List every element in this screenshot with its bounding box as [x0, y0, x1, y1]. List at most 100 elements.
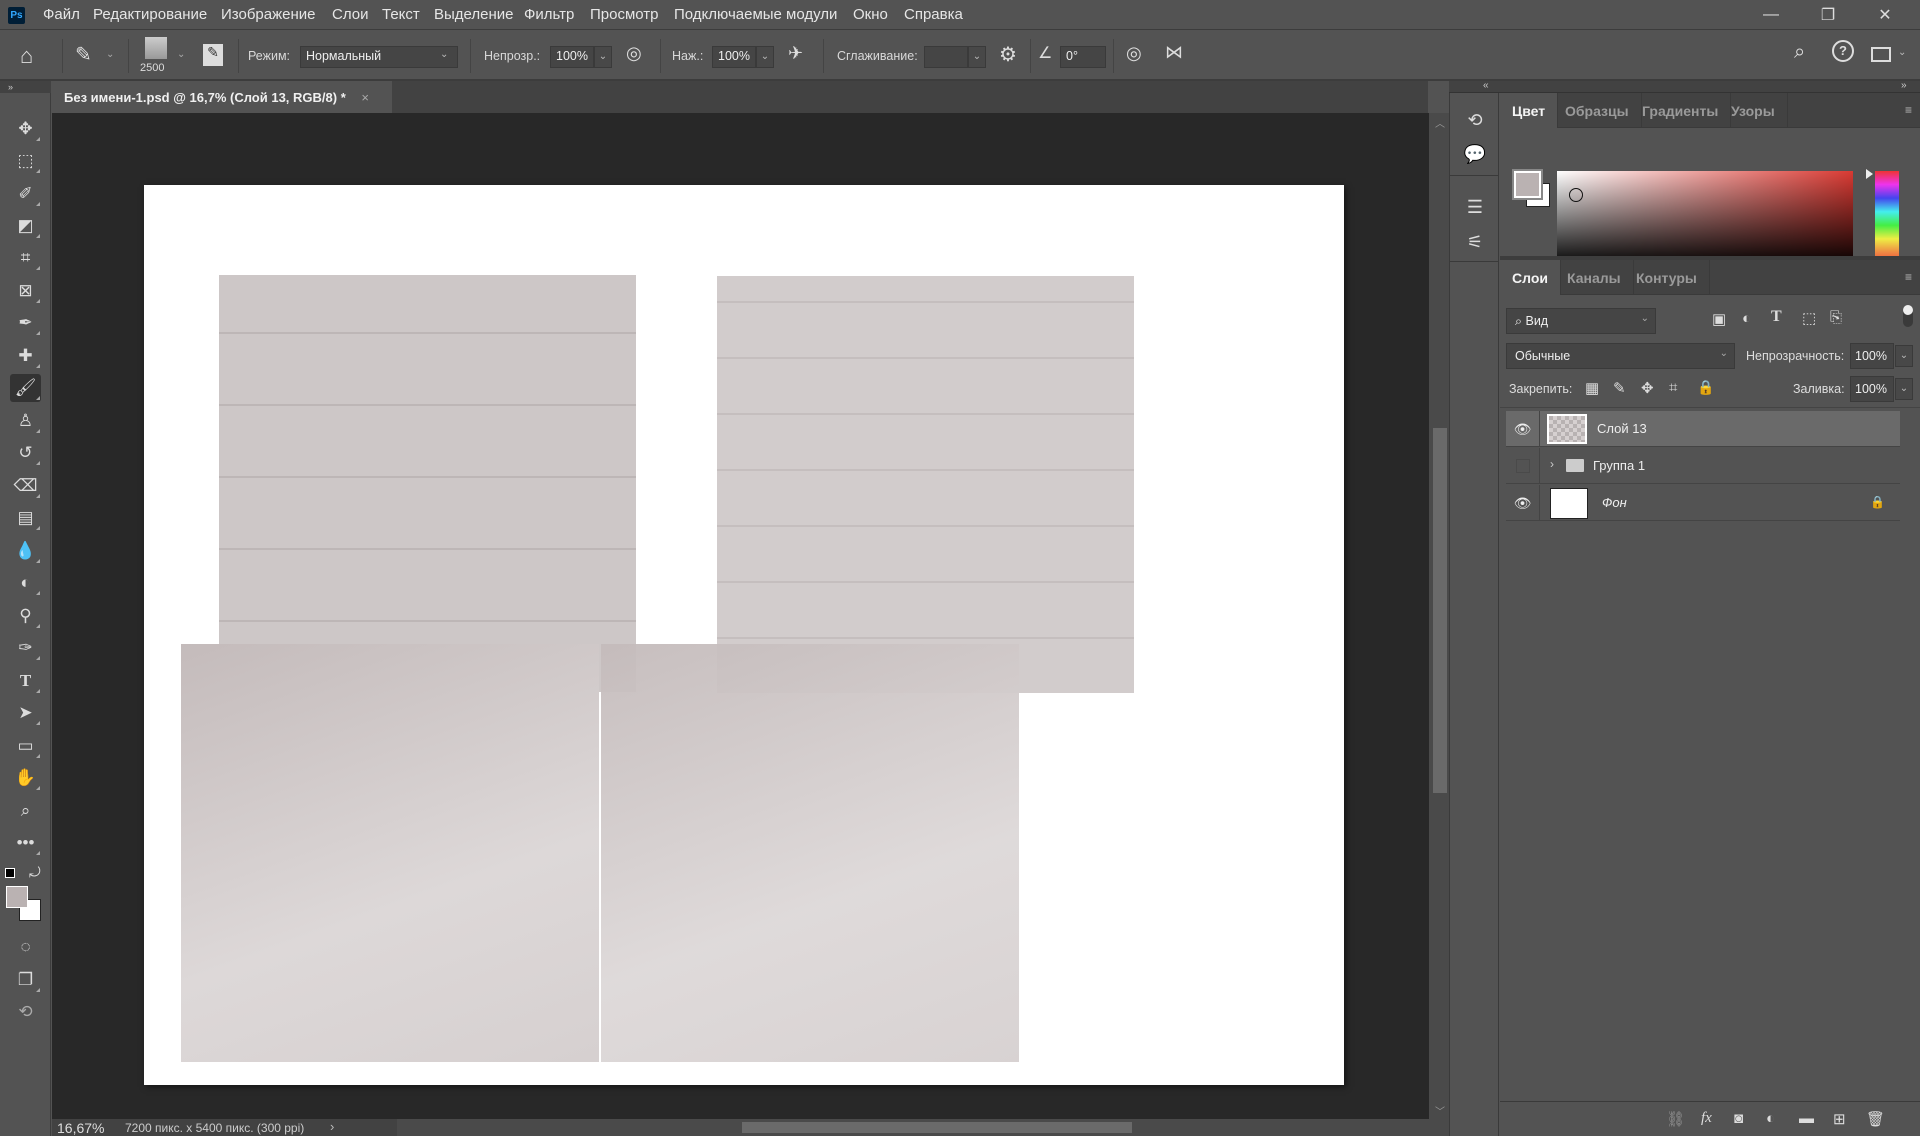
lock-position-icon[interactable]: ✥: [1641, 379, 1654, 397]
horizontal-scrollbar[interactable]: [397, 1119, 1449, 1136]
lock-transparency-icon[interactable]: ▦: [1585, 379, 1599, 397]
pressure-opacity-icon[interactable]: ◎: [626, 43, 642, 64]
collapse-toolbar-icon[interactable]: »: [0, 81, 51, 93]
menu-plugins[interactable]: Подключаемые модули: [674, 6, 837, 23]
document-tab[interactable]: Без имени-1.psd @ 16,7% (Слой 13, RGB/8)…: [52, 81, 392, 113]
panel-menu-icon[interactable]: ≡: [1905, 270, 1912, 284]
menu-select[interactable]: Выделение: [434, 6, 513, 23]
delete-layer-icon[interactable]: 🗑: [1866, 1110, 1885, 1128]
screen-mode-icon[interactable]: ❐: [10, 966, 41, 994]
quick-selection-tool-icon[interactable]: ✐: [10, 180, 41, 208]
layer-filter-select[interactable]: ⌕ Вид ⌄: [1506, 308, 1656, 334]
menu-image[interactable]: Изображение: [221, 6, 316, 23]
workspace-icon[interactable]: [1871, 47, 1891, 62]
pressure-size-icon[interactable]: ◎: [1126, 43, 1142, 64]
filter-toggle[interactable]: [1903, 305, 1913, 327]
foreground-color-swatch[interactable]: [1512, 169, 1543, 200]
scroll-down-icon[interactable]: ﹀: [1435, 1103, 1445, 1118]
tab-layers[interactable]: Слои: [1500, 260, 1561, 295]
crop-tool-icon[interactable]: ⌗: [10, 244, 41, 272]
swap-colors-icon[interactable]: ⤾: [29, 864, 41, 881]
menu-view[interactable]: Просмотр: [590, 6, 659, 23]
brush-panel-toggle-icon[interactable]: ✎: [203, 44, 223, 66]
adjustment-layer-icon[interactable]: ◐: [1766, 1110, 1775, 1127]
visibility-eye-icon[interactable]: 👁: [1506, 485, 1540, 521]
content-credentials-icon[interactable]: ⟲: [10, 998, 41, 1026]
mode-select[interactable]: Нормальный: [300, 46, 458, 68]
gear-icon[interactable]: ⚙: [999, 42, 1017, 67]
panel-menu-icon[interactable]: ≡: [1905, 103, 1912, 117]
default-colors-icon[interactable]: [5, 868, 15, 878]
expand-group-chevron-icon[interactable]: ›: [1550, 457, 1554, 471]
pen-tool-icon[interactable]: ✑: [10, 634, 41, 662]
history-panel-icon[interactable]: ⟲: [1460, 106, 1490, 134]
color-picker-handle[interactable]: [1569, 188, 1583, 202]
path-selection-tool-icon[interactable]: ➤: [10, 699, 41, 727]
quick-mask-icon[interactable]: ◌: [10, 933, 41, 961]
add-mask-icon[interactable]: ◙: [1734, 1110, 1743, 1127]
lock-artboard-icon[interactable]: ⌗: [1669, 379, 1677, 396]
lock-image-pixels-icon[interactable]: ✎: [1613, 379, 1626, 397]
brush-tool-icon[interactable]: 🖌: [10, 374, 41, 402]
new-group-icon[interactable]: ▬: [1799, 1110, 1814, 1127]
canvas-workspace[interactable]: [52, 113, 1429, 1119]
menu-window[interactable]: Окно: [853, 6, 888, 23]
close-window-button[interactable]: ✕: [1862, 0, 1908, 30]
angle-field[interactable]: 0°: [1060, 46, 1106, 68]
scroll-up-icon[interactable]: ︿: [1435, 115, 1445, 130]
frame-tool-icon[interactable]: ⊠: [10, 277, 41, 305]
close-document-icon[interactable]: ×: [361, 90, 369, 105]
document-canvas[interactable]: [144, 185, 1344, 1085]
layer-row-layer13[interactable]: 👁 Слой 13: [1506, 411, 1900, 447]
tab-channels[interactable]: Каналы: [1555, 260, 1634, 295]
filter-adjustment-icon[interactable]: ◐: [1742, 310, 1751, 327]
clone-stamp-tool-icon[interactable]: ♙: [10, 407, 41, 435]
move-tool-icon[interactable]: ✥: [10, 115, 41, 143]
blend-mode-select[interactable]: Обычные ⌄: [1506, 343, 1735, 369]
brush-preset-icon[interactable]: ✎: [75, 42, 92, 67]
foreground-color-swatch[interactable]: [6, 886, 28, 908]
home-icon[interactable]: ⌂: [20, 43, 33, 69]
menu-help[interactable]: Справка: [904, 6, 963, 23]
layer-opacity-field[interactable]: 100%: [1850, 343, 1894, 369]
airbrush-icon[interactable]: ✈: [788, 43, 803, 64]
brushes-panel-icon[interactable]: ⚟: [1460, 228, 1490, 256]
layer-name[interactable]: Слой 13: [1597, 421, 1647, 436]
opacity-dropdown[interactable]: ⌄: [594, 46, 612, 68]
menu-edit[interactable]: Редактирование: [93, 6, 207, 23]
marquee-tool-icon[interactable]: ⬚: [10, 147, 41, 175]
fill-dropdown[interactable]: ⌄: [1895, 378, 1913, 400]
brush-settings-panel-icon[interactable]: ☰: [1460, 193, 1490, 221]
healing-brush-tool-icon[interactable]: ✚: [10, 342, 41, 370]
more-tools-icon[interactable]: •••: [10, 829, 41, 857]
new-layer-icon[interactable]: ⊞: [1833, 1110, 1846, 1128]
eraser-tool-icon[interactable]: ⌫: [10, 472, 41, 500]
rectangle-tool-icon[interactable]: ▭: [10, 732, 41, 760]
tab-gradients[interactable]: Градиенты: [1630, 93, 1732, 128]
eyedropper-tool-icon[interactable]: ✒: [10, 309, 41, 337]
link-layers-icon[interactable]: ⛓: [1666, 1110, 1685, 1128]
vertical-scrollbar[interactable]: ︿ ﹀: [1429, 113, 1449, 1119]
blur-tool-icon[interactable]: 💧: [10, 537, 41, 565]
menu-type[interactable]: Текст: [382, 6, 420, 23]
menu-file[interactable]: Файл: [43, 6, 80, 23]
symmetry-butterfly-icon[interactable]: ⋈: [1165, 42, 1183, 63]
fill-field[interactable]: 100%: [1850, 376, 1894, 402]
opacity-field[interactable]: 100%: [550, 46, 594, 68]
dodge-tool-icon[interactable]: ◐: [10, 569, 41, 597]
horizontal-scroll-thumb[interactable]: [742, 1122, 1132, 1133]
collapse-panels-icon[interactable]: »: [1901, 80, 1907, 91]
layer-opacity-dropdown[interactable]: ⌄: [1895, 345, 1913, 367]
layer-row-group1[interactable]: › Группа 1: [1506, 448, 1900, 484]
collapse-icon-strip-icon[interactable]: «: [1483, 80, 1489, 91]
minimize-button[interactable]: —: [1748, 0, 1794, 30]
layer-effects-icon[interactable]: fx: [1701, 1110, 1712, 1127]
chevron-down-icon[interactable]: ⌄: [1898, 47, 1906, 58]
hue-slider-handle[interactable]: [1866, 169, 1873, 179]
restore-button[interactable]: ❐: [1805, 0, 1851, 30]
status-menu-arrow[interactable]: ›: [330, 1119, 334, 1134]
tab-color[interactable]: Цвет: [1500, 93, 1559, 128]
search-icon[interactable]: ⌕: [1794, 41, 1805, 64]
hand-tool-icon[interactable]: ✋: [10, 764, 41, 792]
chevron-down-icon[interactable]: ⌄: [106, 49, 114, 60]
